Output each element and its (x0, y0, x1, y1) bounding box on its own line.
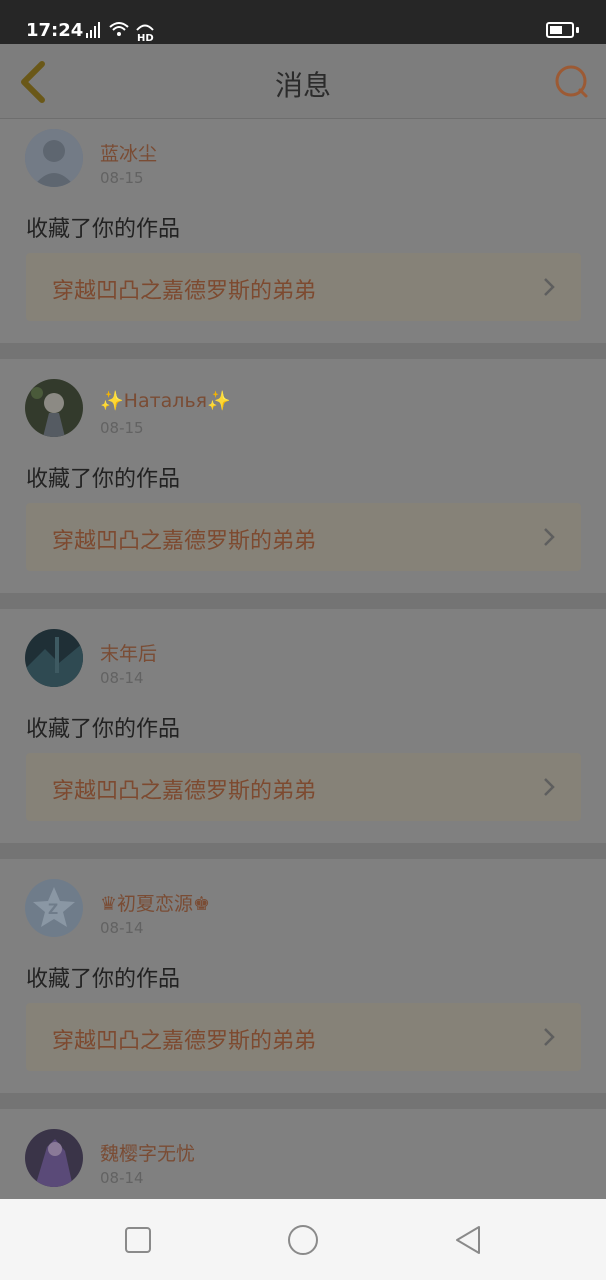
username[interactable]: ♛初夏恋源♚ (100, 889, 210, 916)
signal-wifi-icons: HD (86, 22, 154, 42)
notification-item: 末年后 08-14 收藏了你的作品 穿越凹凸之嘉德罗斯的弟弟 (0, 611, 606, 843)
action-text: 收藏了你的作品 (26, 967, 181, 992)
work-link[interactable]: 穿越凹凸之嘉德罗斯的弟弟 (26, 1003, 581, 1071)
work-title: 穿越凹凸之嘉德罗斯的弟弟 (52, 279, 317, 304)
chevron-right-icon (544, 1028, 555, 1046)
divider (0, 593, 606, 609)
triangle-left-icon[interactable] (451, 1223, 485, 1257)
photo-avatar (25, 629, 83, 687)
date: 08-14 (100, 1169, 144, 1187)
date: 08-15 (100, 169, 144, 187)
square-icon[interactable] (121, 1223, 155, 1257)
divider (0, 343, 606, 359)
work-link[interactable]: 穿越凹凸之嘉德罗斯的弟弟 (26, 253, 581, 321)
battery-icon (546, 22, 574, 38)
work-link[interactable]: 穿越凹凸之嘉德罗斯的弟弟 (26, 503, 581, 571)
work-title: 穿越凹凸之嘉德罗斯的弟弟 (52, 529, 317, 554)
svg-text:HD: HD (137, 33, 154, 42)
date: 08-15 (100, 419, 144, 437)
system-nav-bar (0, 1199, 606, 1280)
avatar[interactable] (25, 129, 83, 187)
status-time: 17:24 (26, 20, 84, 41)
divider (0, 843, 606, 859)
date: 08-14 (100, 919, 144, 937)
username[interactable]: 蓝冰尘 (100, 139, 157, 166)
notification-item: ✨Наталья✨ 08-15 收藏了你的作品 穿越凹凸之嘉德罗斯的弟弟 (0, 361, 606, 593)
date: 08-14 (100, 669, 144, 687)
photo-avatar (25, 1129, 83, 1187)
page-title: 消息 (274, 69, 331, 102)
work-link[interactable]: 穿越凹凸之嘉德罗斯的弟弟 (26, 753, 581, 821)
avatar[interactable]: Z (25, 879, 83, 937)
chevron-right-icon (544, 278, 555, 296)
work-title: 穿越凹凸之嘉德罗斯的弟弟 (52, 779, 317, 804)
avatar[interactable] (25, 629, 83, 687)
action-text: 收藏了你的作品 (26, 717, 181, 742)
avatar[interactable] (25, 379, 83, 437)
divider (0, 1093, 606, 1109)
username[interactable]: 魏樱字无忧 (100, 1139, 195, 1166)
notification-item: 蓝冰尘 08-15 收藏了你的作品 穿越凹凸之嘉德罗斯的弟弟 (0, 119, 606, 343)
message-list[interactable]: 蓝冰尘 08-15 收藏了你的作品 穿越凹凸之嘉德罗斯的弟弟 ✨Наталья✨… (0, 119, 606, 1199)
action-text: 收藏了你的作品 (26, 467, 181, 492)
action-text: 收藏了你的作品 (26, 217, 181, 242)
avatar[interactable] (25, 1129, 83, 1187)
username[interactable]: 末年后 (100, 639, 157, 666)
work-title: 穿越凹凸之嘉德罗斯的弟弟 (52, 1029, 317, 1054)
app-header: 消息 (0, 44, 606, 119)
notification-item: 魏樱字无忧 08-14 (0, 1111, 606, 1199)
status-bar: 17:24 HD (0, 0, 606, 44)
battery-tip (576, 27, 579, 33)
notification-item: Z ♛初夏恋源♚ 08-14 收藏了你的作品 穿越凹凸之嘉德罗斯的弟弟 (0, 861, 606, 1093)
username[interactable]: ✨Наталья✨ (100, 389, 231, 412)
chevron-right-icon (544, 528, 555, 546)
qq-default-avatar-icon: Z (25, 879, 83, 937)
search-icon[interactable] (552, 62, 592, 102)
chevron-right-icon (544, 778, 555, 796)
circle-icon[interactable] (286, 1223, 320, 1257)
default-avatar-icon (25, 129, 83, 187)
svg-text:Z: Z (48, 902, 58, 918)
photo-avatar (25, 379, 83, 437)
